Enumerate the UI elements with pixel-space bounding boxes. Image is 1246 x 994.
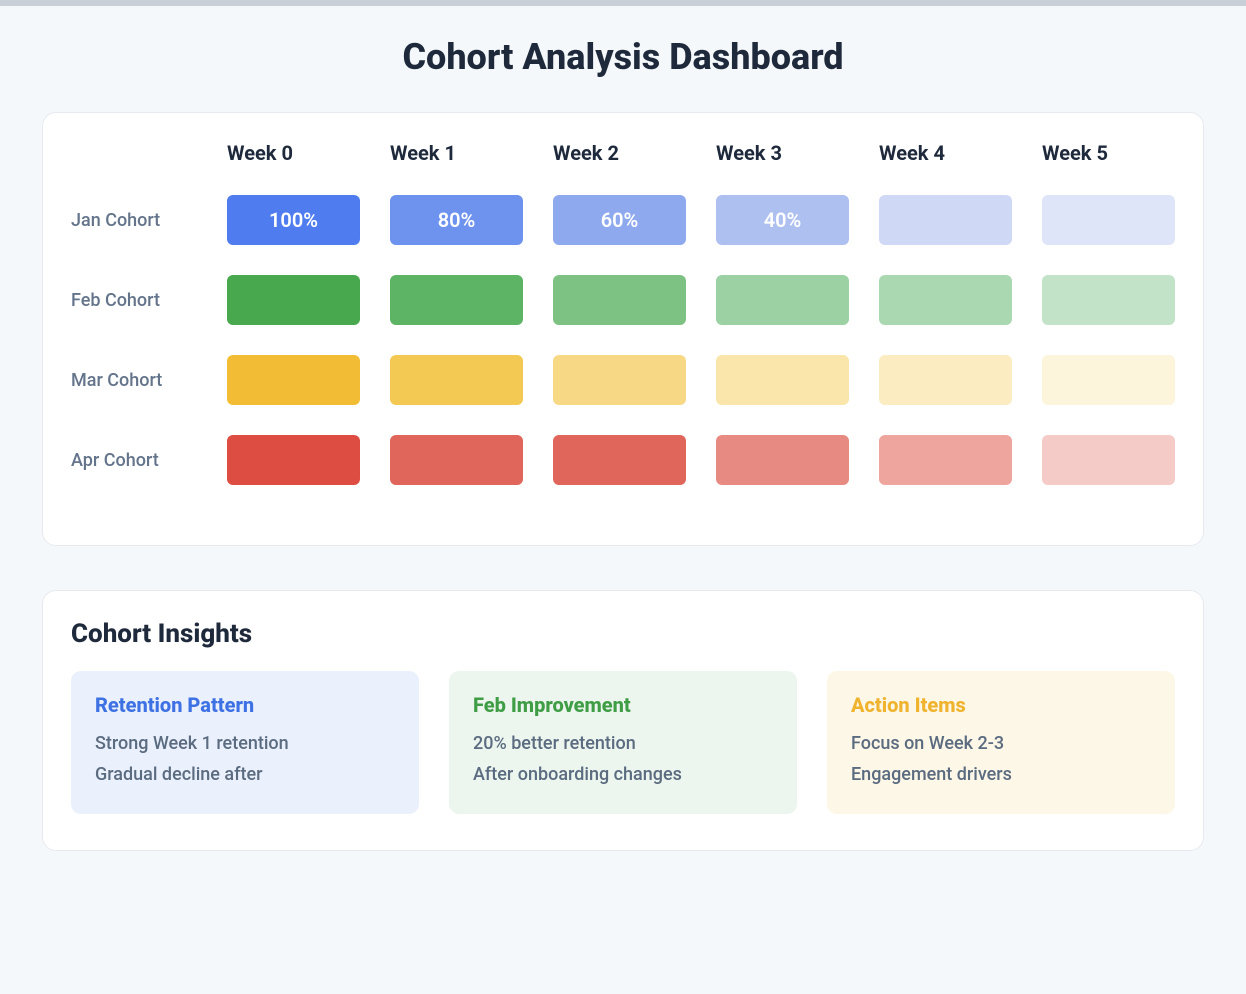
cohort-cell: [390, 275, 523, 325]
cohort-cell: [879, 275, 1012, 325]
cohort-cell: 40%: [716, 195, 849, 245]
cohort-cell: [1042, 355, 1175, 405]
insights-row: Retention Pattern Strong Week 1 retention…: [71, 671, 1175, 814]
row-label: Mar Cohort: [71, 370, 197, 391]
column-header: Week 4: [879, 141, 1012, 165]
insight-title: Retention Pattern: [95, 693, 395, 717]
cohort-cell: [227, 435, 360, 485]
cohort-cell: [227, 275, 360, 325]
insight-title: Action Items: [851, 693, 1151, 717]
insight-line: Strong Week 1 retention: [95, 729, 395, 760]
cohort-grid: Week 0 Week 1 Week 2 Week 3 Week 4 Week 5 Jan …: [71, 141, 1175, 485]
insight-line: Focus on Week 2-3: [851, 729, 1151, 760]
cohort-cell: [716, 355, 849, 405]
cohort-cell: [390, 435, 523, 485]
insight-line: Gradual decline after: [95, 760, 395, 791]
insights-card: Cohort Insights Retention Pattern Strong …: [42, 590, 1204, 851]
insights-title: Cohort Insights: [71, 619, 1175, 649]
insight-card: Feb Improvement 20% better retentionAfter…: [449, 671, 797, 814]
insight-title: Feb Improvement: [473, 693, 773, 717]
insight-line: Engagement drivers: [851, 760, 1151, 791]
insight-line: After onboarding changes: [473, 760, 773, 791]
column-header: Week 3: [716, 141, 849, 165]
cohort-cell: [553, 355, 686, 405]
cohort-cell: [1042, 275, 1175, 325]
column-header: Week 2: [553, 141, 686, 165]
cohort-table-card: Week 0 Week 1 Week 2 Week 3 Week 4 Week 5 Jan …: [42, 112, 1204, 546]
row-label: Jan Cohort: [71, 210, 197, 231]
row-label: Apr Cohort: [71, 450, 197, 471]
cohort-cell: [553, 435, 686, 485]
cohort-cell: [1042, 435, 1175, 485]
column-header: Week 5: [1042, 141, 1175, 165]
cohort-cell: [879, 435, 1012, 485]
cohort-cell: [716, 275, 849, 325]
cohort-cell: 100%: [227, 195, 360, 245]
insight-card: Action Items Focus on Week 2-3Engagement …: [827, 671, 1175, 814]
column-header: Week 1: [390, 141, 523, 165]
cohort-cell: [390, 355, 523, 405]
insight-line: 20% better retention: [473, 729, 773, 760]
cohort-cell: [879, 355, 1012, 405]
page-title: Cohort Analysis Dashboard: [42, 36, 1204, 78]
cohort-cell: [227, 355, 360, 405]
cohort-cell: [879, 195, 1012, 245]
column-header: Week 0: [227, 141, 360, 165]
row-label: Feb Cohort: [71, 290, 197, 311]
cohort-cell: 80%: [390, 195, 523, 245]
cohort-cell: [1042, 195, 1175, 245]
insight-card: Retention Pattern Strong Week 1 retention…: [71, 671, 419, 814]
cohort-cell: [553, 275, 686, 325]
cohort-cell: [716, 435, 849, 485]
cohort-cell: 60%: [553, 195, 686, 245]
